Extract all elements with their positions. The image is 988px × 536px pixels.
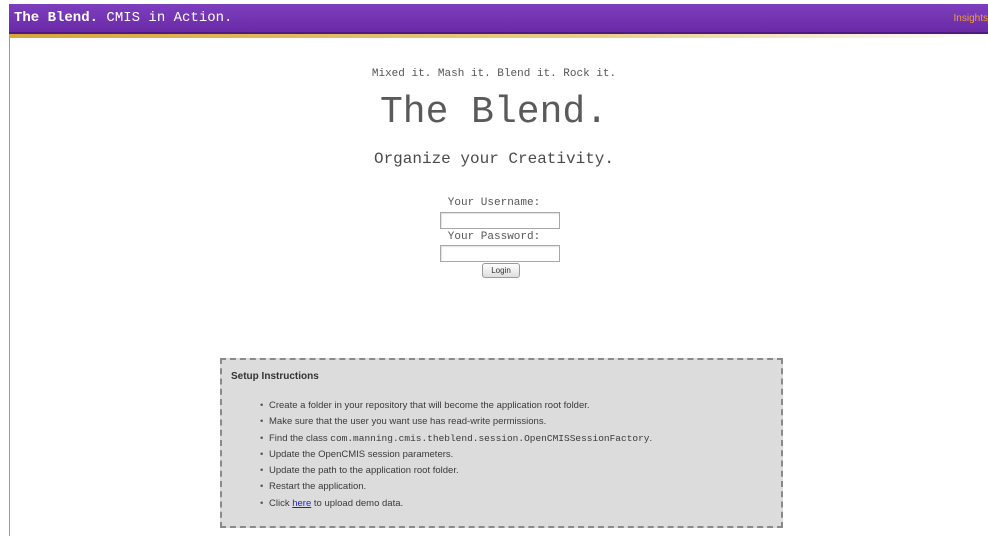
- top-header-bar: The Blend. CMIS in Action. Insights: [9, 4, 988, 34]
- header-accent-strip: [9, 34, 988, 38]
- setup-steps-list: Create a folder in your repository that …: [260, 398, 780, 512]
- setup-heading: Setup Instructions: [231, 371, 319, 382]
- setup-step-text: Find the class: [269, 432, 331, 444]
- setup-step-text: Click: [269, 497, 293, 509]
- username-label: Your Username:: [447, 197, 541, 209]
- brand-name: The Blend.: [14, 10, 99, 26]
- login-button[interactable]: Login: [482, 263, 520, 278]
- setup-step: Update the OpenCMIS session parameters.: [260, 447, 780, 464]
- app-brand: The Blend. CMIS in Action.: [14, 10, 232, 26]
- setup-step: Update the path to the application root …: [260, 463, 780, 480]
- setup-step: Click here to upload demo data.: [260, 496, 780, 513]
- setup-step-text: .: [649, 432, 653, 444]
- setup-step: Make sure that the user you want use has…: [260, 414, 780, 431]
- upload-demo-data-link[interactable]: here: [292, 498, 311, 509]
- password-input[interactable]: [440, 245, 560, 262]
- hero-tagline: Mixed it. Mash it. Blend it. Rock it.: [371, 68, 617, 80]
- page-subtitle: Organize your Creativity.: [373, 150, 615, 168]
- setup-step-text: to upload demo data.: [311, 497, 404, 509]
- username-input[interactable]: [440, 212, 560, 229]
- factory-class-name: com.manning.cmis.theblend.session.OpenCM…: [330, 432, 650, 444]
- insights-link[interactable]: Insights: [954, 13, 988, 24]
- setup-step: Find the class com.manning.cmis.theblend…: [260, 431, 780, 448]
- setup-instructions-panel: Setup Instructions Create a folder in yo…: [220, 358, 783, 528]
- brand-tagline: CMIS in Action.: [106, 10, 233, 26]
- setup-step: Create a folder in your repository that …: [260, 398, 780, 415]
- page-title: The Blend.: [379, 91, 609, 134]
- setup-step: Restart the application.: [260, 479, 780, 496]
- password-label: Your Password:: [447, 231, 541, 243]
